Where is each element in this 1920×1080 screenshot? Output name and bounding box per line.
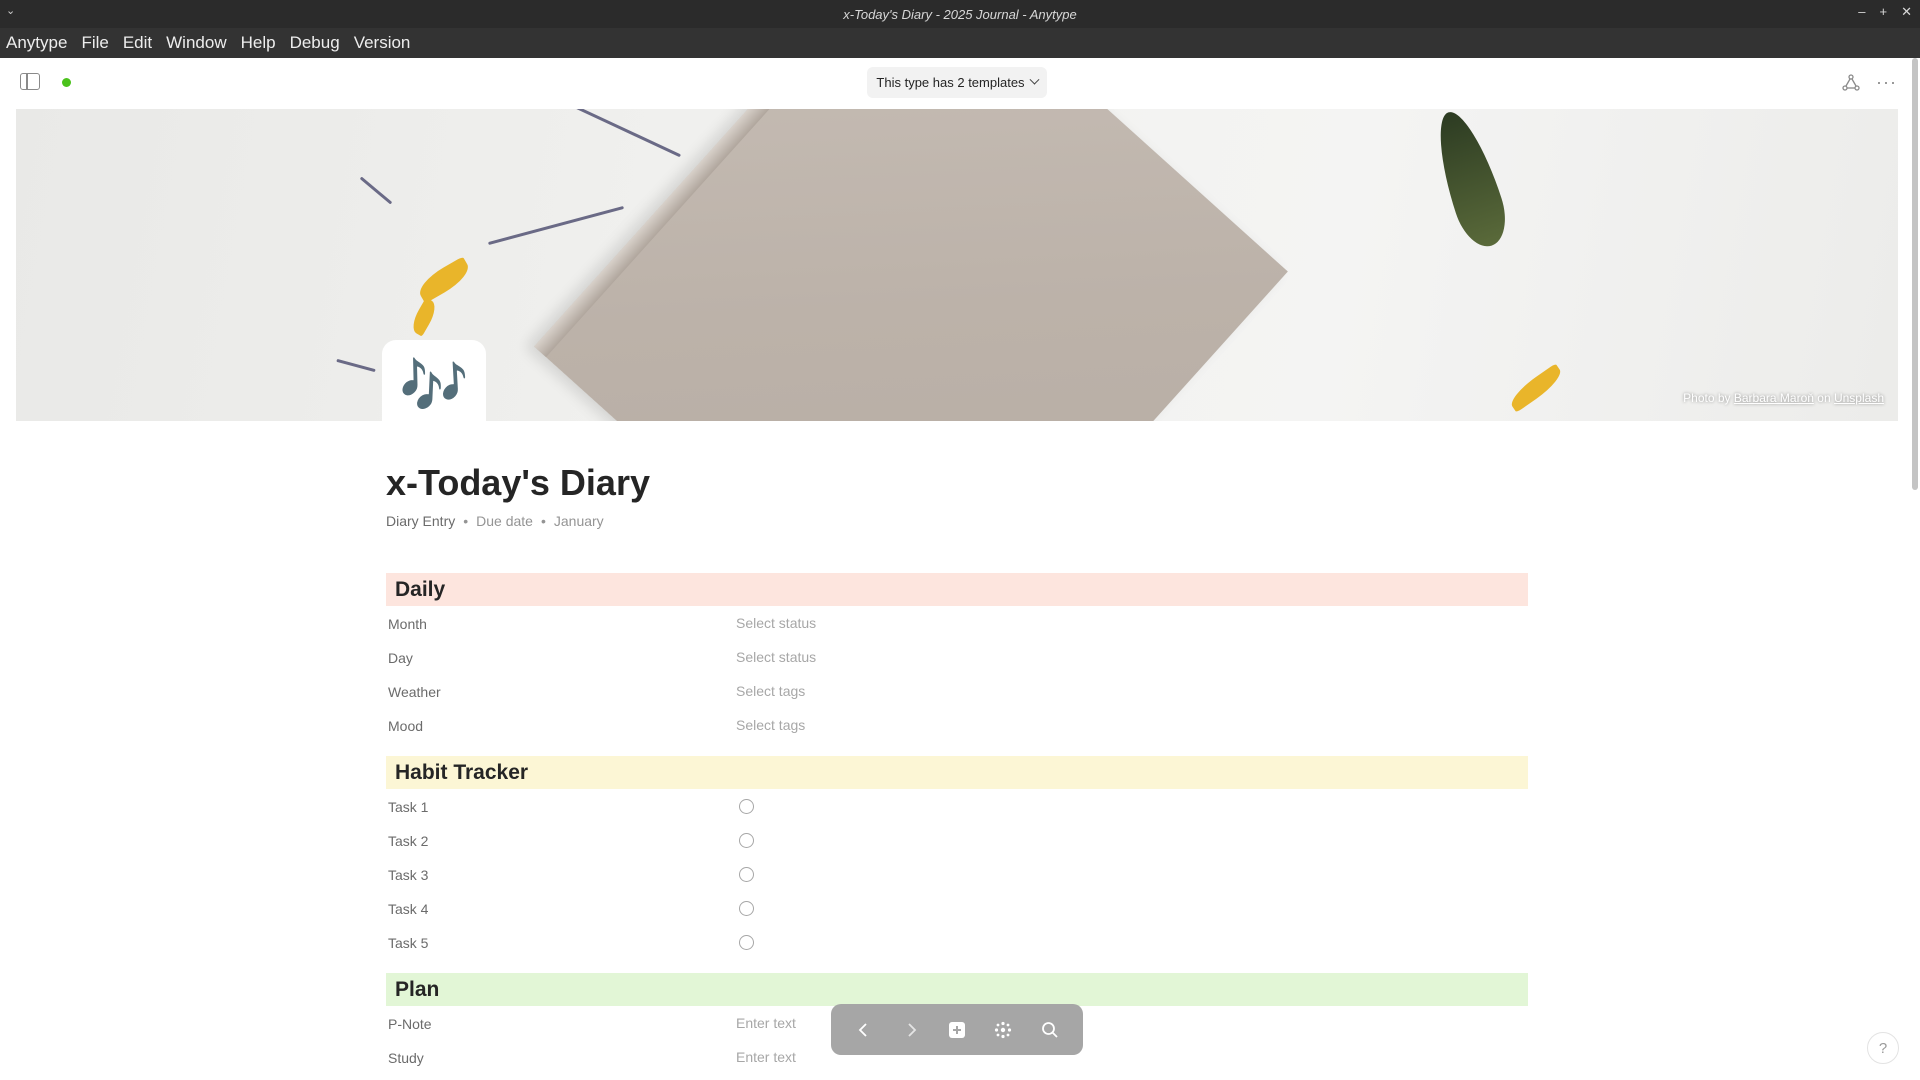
minimize-icon[interactable]: – xyxy=(1858,4,1865,20)
back-arrow-icon[interactable] xyxy=(852,1018,876,1042)
relation-value[interactable]: Enter text xyxy=(736,1049,796,1065)
relation-label: Day xyxy=(388,650,413,666)
habit-label: Task 4 xyxy=(388,901,429,917)
habit-row-task-1[interactable]: Task 1 xyxy=(388,790,1528,824)
relation-value[interactable]: Select tags xyxy=(736,717,805,733)
habit-label: Task 1 xyxy=(388,799,429,815)
relation-row-mood[interactable]: Mood Select tags xyxy=(388,709,1528,743)
help-button[interactable]: ? xyxy=(1867,1032,1899,1064)
relation-value[interactable]: Select tags xyxy=(736,683,805,699)
separator-dot: • xyxy=(463,513,469,529)
featured-relations: Diary Entry • Due date • January xyxy=(386,513,604,529)
due-date-relation[interactable]: Due date xyxy=(476,513,533,529)
cover-petal-shape xyxy=(414,256,474,304)
relation-label: Study xyxy=(388,1050,424,1066)
template-selector-button[interactable]: This type has 2 templates xyxy=(867,67,1047,98)
cover-credit-on: on xyxy=(1817,391,1831,405)
cover-image[interactable]: Photo by Barbara Maroň on Unsplash xyxy=(16,109,1898,421)
menu-file[interactable]: File xyxy=(81,33,108,53)
habit-row-task-3[interactable]: Task 3 xyxy=(388,858,1528,892)
cover-lavender-shape xyxy=(487,205,625,246)
page-header: This type has 2 templates ··· xyxy=(0,58,1920,108)
menu-debug[interactable]: Debug xyxy=(290,33,340,53)
chevron-down-icon xyxy=(1029,74,1040,85)
cover-source-link[interactable]: Unsplash xyxy=(1834,391,1884,405)
relation-value[interactable]: Enter text xyxy=(736,1015,796,1031)
relation-value[interactable]: Select status xyxy=(736,615,816,631)
graph-dots-icon[interactable] xyxy=(991,1018,1015,1042)
cover-credit: Photo by Barbara Maroň on Unsplash xyxy=(1683,391,1884,405)
menu-anytype[interactable]: Anytype xyxy=(6,33,67,53)
search-icon[interactable] xyxy=(1038,1018,1062,1042)
relation-label: Month xyxy=(388,616,427,632)
habit-checkbox[interactable] xyxy=(739,935,754,950)
habit-label: Task 5 xyxy=(388,935,429,951)
cover-petal-shape xyxy=(1506,363,1566,413)
habit-label: Task 3 xyxy=(388,867,429,883)
page-icon[interactable]: 🎶 xyxy=(382,340,486,432)
window-controls: – + ✕ xyxy=(1858,4,1912,20)
sync-status-icon[interactable] xyxy=(62,78,71,87)
menu-edit[interactable]: Edit xyxy=(123,33,152,53)
habit-checkbox[interactable] xyxy=(739,901,754,916)
relation-label: P-Note xyxy=(388,1016,432,1032)
template-selector-label: This type has 2 templates xyxy=(876,75,1025,90)
habit-checkbox[interactable] xyxy=(739,867,754,882)
object-type[interactable]: Diary Entry xyxy=(386,513,455,529)
cover-petal-shape xyxy=(408,297,440,337)
window-titlebar: ⌄ x-Today's Diary - 2025 Journal - Anyty… xyxy=(0,0,1920,28)
add-object-icon[interactable] xyxy=(945,1018,969,1042)
separator-dot: • xyxy=(540,513,546,529)
relation-row-month[interactable]: Month Select status xyxy=(388,607,1528,641)
section-habit-tracker-header[interactable]: Habit Tracker xyxy=(386,756,1528,789)
habit-row-task-4[interactable]: Task 4 xyxy=(388,892,1528,926)
section-plan-header[interactable]: Plan xyxy=(386,973,1528,1006)
cover-notebook-shape xyxy=(534,109,1288,421)
relation-label: Weather xyxy=(388,684,441,700)
floating-navigation xyxy=(831,1004,1083,1055)
sidebar-toggle-icon[interactable] xyxy=(20,73,40,90)
window-title: x-Today's Diary - 2025 Journal - Anytype xyxy=(843,7,1077,22)
habit-checkbox[interactable] xyxy=(739,799,754,814)
menu-help[interactable]: Help xyxy=(241,33,276,53)
page-title[interactable]: x-Today's Diary xyxy=(386,462,650,504)
habit-checkbox[interactable] xyxy=(739,833,754,848)
relation-row-weather[interactable]: Weather Select tags xyxy=(388,675,1528,709)
month-relation[interactable]: January xyxy=(554,513,604,529)
maximize-icon[interactable]: + xyxy=(1880,4,1888,20)
menu-window[interactable]: Window xyxy=(166,33,226,53)
relation-value[interactable]: Select status xyxy=(736,649,816,665)
habit-label: Task 2 xyxy=(388,833,429,849)
menubar: Anytype File Edit Window Help Debug Vers… xyxy=(0,28,1920,58)
habit-row-task-5[interactable]: Task 5 xyxy=(388,926,1528,960)
habit-row-task-2[interactable]: Task 2 xyxy=(388,824,1528,858)
cover-leaf-shape xyxy=(1425,109,1515,253)
forward-arrow-icon[interactable] xyxy=(899,1018,923,1042)
cover-lavender-shape xyxy=(570,109,682,158)
cover-lavender-shape xyxy=(336,358,376,373)
cover-author-link[interactable]: Barbara Maroň xyxy=(1734,391,1814,405)
cover-credit-prefix: Photo by xyxy=(1683,391,1731,405)
more-options-icon[interactable]: ··· xyxy=(1876,72,1897,93)
relation-label: Mood xyxy=(388,718,424,734)
cover-lavender-shape xyxy=(359,176,393,205)
section-daily-header[interactable]: Daily xyxy=(386,573,1528,606)
graph-icon[interactable] xyxy=(1842,74,1860,92)
scrollbar[interactable] xyxy=(1912,58,1918,490)
relation-row-day[interactable]: Day Select status xyxy=(388,641,1528,675)
close-icon[interactable]: ✕ xyxy=(1901,4,1912,20)
menu-version[interactable]: Version xyxy=(354,33,411,53)
